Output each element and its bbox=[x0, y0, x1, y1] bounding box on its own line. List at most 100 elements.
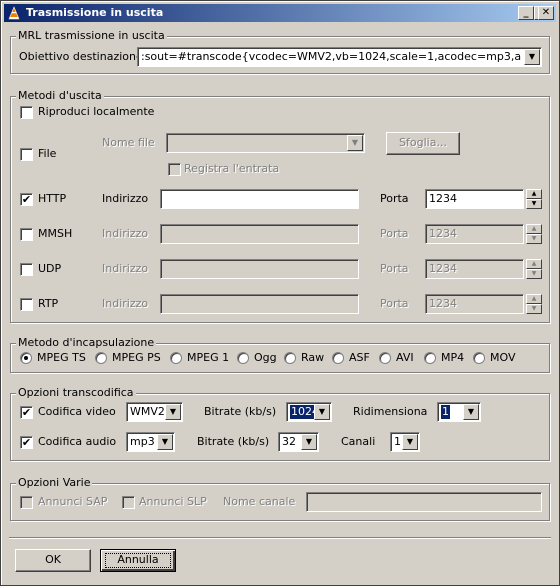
http-port-input[interactable]: 1234 bbox=[425, 189, 524, 209]
radio-mpeg-ps[interactable] bbox=[95, 352, 107, 364]
audio-codec-checkbox[interactable]: ✔ bbox=[20, 436, 33, 449]
rtp-port-spinner[interactable]: ▲ ▼ bbox=[526, 294, 542, 314]
udp-label: UDP bbox=[38, 262, 62, 275]
rtp-checkbox[interactable] bbox=[20, 298, 33, 311]
check-icon: ✔ bbox=[21, 436, 32, 449]
radio-raw-label: Raw bbox=[301, 351, 325, 364]
udp-address-label: Indirizzo bbox=[102, 262, 149, 275]
chevron-down-icon[interactable]: ▼ bbox=[157, 434, 173, 450]
spin-down-icon[interactable]: ▼ bbox=[526, 269, 542, 279]
channels-combo[interactable]: 1 ▼ bbox=[390, 432, 420, 452]
destination-combo[interactable]: :sout=#transcode{vcodec=WMV2,vb=1024,sca… bbox=[137, 47, 542, 67]
chevron-down-icon[interactable]: ▼ bbox=[301, 434, 317, 450]
radio-avi[interactable] bbox=[379, 352, 391, 364]
chevron-down-icon[interactable]: ▼ bbox=[314, 404, 330, 420]
udp-port-input[interactable]: 1234 bbox=[425, 259, 524, 279]
video-codec-label: Codifica video bbox=[38, 405, 116, 418]
play-local-checkbox[interactable] bbox=[20, 106, 33, 119]
udp-port-spinner[interactable]: ▲ ▼ bbox=[526, 259, 542, 279]
chevron-down-icon[interactable]: ▼ bbox=[402, 434, 418, 450]
scale-label: Ridimensiona bbox=[353, 405, 428, 418]
radio-mpeg-ts[interactable] bbox=[20, 352, 32, 364]
radio-ogg[interactable] bbox=[237, 352, 249, 364]
rtp-address-input[interactable] bbox=[160, 294, 359, 314]
mmsh-address-input[interactable] bbox=[160, 224, 359, 244]
mmsh-port-spinner[interactable]: ▲ ▼ bbox=[526, 224, 542, 244]
chevron-down-icon[interactable]: ▼ bbox=[463, 404, 479, 420]
rtp-port-input[interactable]: 1234 bbox=[425, 294, 524, 314]
audio-bitrate-combo[interactable]: 32 ▼ bbox=[278, 432, 319, 452]
filename-label: Nome file bbox=[102, 136, 155, 149]
video-bitrate-combo[interactable]: 1024 ▼ bbox=[286, 402, 332, 422]
spin-down-icon[interactable]: ▼ bbox=[526, 234, 542, 244]
rtp-port-label: Porta bbox=[380, 297, 409, 310]
transcode-label: Opzioni transcodifica bbox=[16, 386, 136, 399]
window-title: Trasmissione in uscita bbox=[26, 6, 164, 19]
browse-button[interactable]: Sfoglia... bbox=[386, 132, 460, 155]
udp-address-input[interactable] bbox=[160, 259, 359, 279]
cancel-button[interactable]: Annulla bbox=[100, 549, 176, 572]
spin-up-icon[interactable]: ▲ bbox=[526, 189, 542, 199]
radio-asf[interactable] bbox=[332, 352, 344, 364]
audio-bitrate-value: 32 bbox=[282, 435, 296, 448]
ok-button[interactable]: OK bbox=[15, 549, 91, 572]
rtp-address-label: Indirizzo bbox=[102, 297, 149, 310]
mmsh-address-label: Indirizzo bbox=[102, 227, 149, 240]
chevron-down-icon[interactable]: ▼ bbox=[347, 135, 363, 151]
udp-port-label: Porta bbox=[380, 262, 409, 275]
video-bitrate-label: Bitrate (kb/s) bbox=[204, 405, 277, 418]
slp-checkbox[interactable] bbox=[122, 496, 135, 509]
check-icon: ✔ bbox=[21, 406, 32, 419]
radio-mpeg-1[interactable] bbox=[170, 352, 182, 364]
destination-label: Obiettivo destinazione: bbox=[19, 50, 147, 63]
dump-input-checkbox[interactable] bbox=[168, 163, 181, 176]
audio-codec-combo[interactable]: mp3 ▼ bbox=[126, 432, 175, 452]
radio-mpeg-ps-label: MPEG PS bbox=[112, 351, 161, 364]
spin-up-icon[interactable]: ▲ bbox=[526, 224, 542, 234]
separator bbox=[9, 537, 551, 539]
http-port-spinner[interactable]: ▲ ▼ bbox=[526, 189, 542, 209]
channel-name-label: Nome canale bbox=[223, 495, 296, 508]
audio-bitrate-label: Bitrate (kb/s) bbox=[197, 435, 270, 448]
radio-mov[interactable] bbox=[473, 352, 485, 364]
mmsh-port-label: Porta bbox=[380, 227, 409, 240]
http-checkbox[interactable]: ✔ bbox=[20, 193, 33, 206]
encapsulation-label: Metodo d'incapsulazione bbox=[16, 336, 157, 349]
http-address-input[interactable] bbox=[160, 189, 359, 209]
radio-mp4-label: MP4 bbox=[441, 351, 465, 364]
minimize-button[interactable]: _ bbox=[518, 6, 534, 20]
output-methods-label: Metodi d'uscita bbox=[16, 89, 104, 102]
radio-mp4[interactable] bbox=[424, 352, 436, 364]
play-local-label: Riproduci localmente bbox=[38, 105, 155, 118]
spin-down-icon[interactable]: ▼ bbox=[526, 304, 542, 314]
output-methods-group bbox=[10, 96, 550, 323]
close-button[interactable]: ✕ bbox=[538, 6, 554, 20]
rtp-label: RTP bbox=[38, 297, 59, 310]
video-codec-checkbox[interactable]: ✔ bbox=[20, 406, 33, 419]
sap-checkbox[interactable] bbox=[20, 496, 33, 509]
filename-combo[interactable]: ▼ bbox=[166, 133, 365, 153]
mrl-group-label: MRL trasmissione in uscita bbox=[16, 29, 167, 42]
chevron-down-icon[interactable]: ▼ bbox=[524, 49, 540, 65]
http-port-label: Porta bbox=[380, 192, 409, 205]
radio-raw[interactable] bbox=[284, 352, 296, 364]
spin-up-icon[interactable]: ▲ bbox=[526, 294, 542, 304]
radio-ogg-label: Ogg bbox=[254, 351, 277, 364]
scale-combo[interactable]: 1 ▼ bbox=[437, 402, 481, 422]
udp-checkbox[interactable] bbox=[20, 263, 33, 276]
mmsh-port-input[interactable]: 1234 bbox=[425, 224, 524, 244]
spin-up-icon[interactable]: ▲ bbox=[526, 259, 542, 269]
spin-down-icon[interactable]: ▼ bbox=[526, 199, 542, 209]
video-codec-value: WMV2 bbox=[130, 405, 165, 418]
title-bar[interactable]: Trasmissione in uscita _ □ bbox=[4, 4, 556, 22]
video-codec-combo[interactable]: WMV2 ▼ bbox=[126, 402, 183, 422]
file-label: File bbox=[38, 147, 57, 160]
chevron-down-icon[interactable]: ▼ bbox=[165, 404, 181, 420]
destination-value: :sout=#transcode{vcodec=WMV2,vb=1024,sca… bbox=[141, 50, 521, 63]
check-icon: ✔ bbox=[21, 193, 32, 206]
channel-name-input[interactable] bbox=[306, 492, 542, 512]
mmsh-checkbox[interactable] bbox=[20, 228, 33, 241]
radio-mpeg-1-label: MPEG 1 bbox=[187, 351, 230, 364]
channels-value: 1 bbox=[394, 435, 401, 448]
file-checkbox[interactable] bbox=[20, 148, 33, 161]
